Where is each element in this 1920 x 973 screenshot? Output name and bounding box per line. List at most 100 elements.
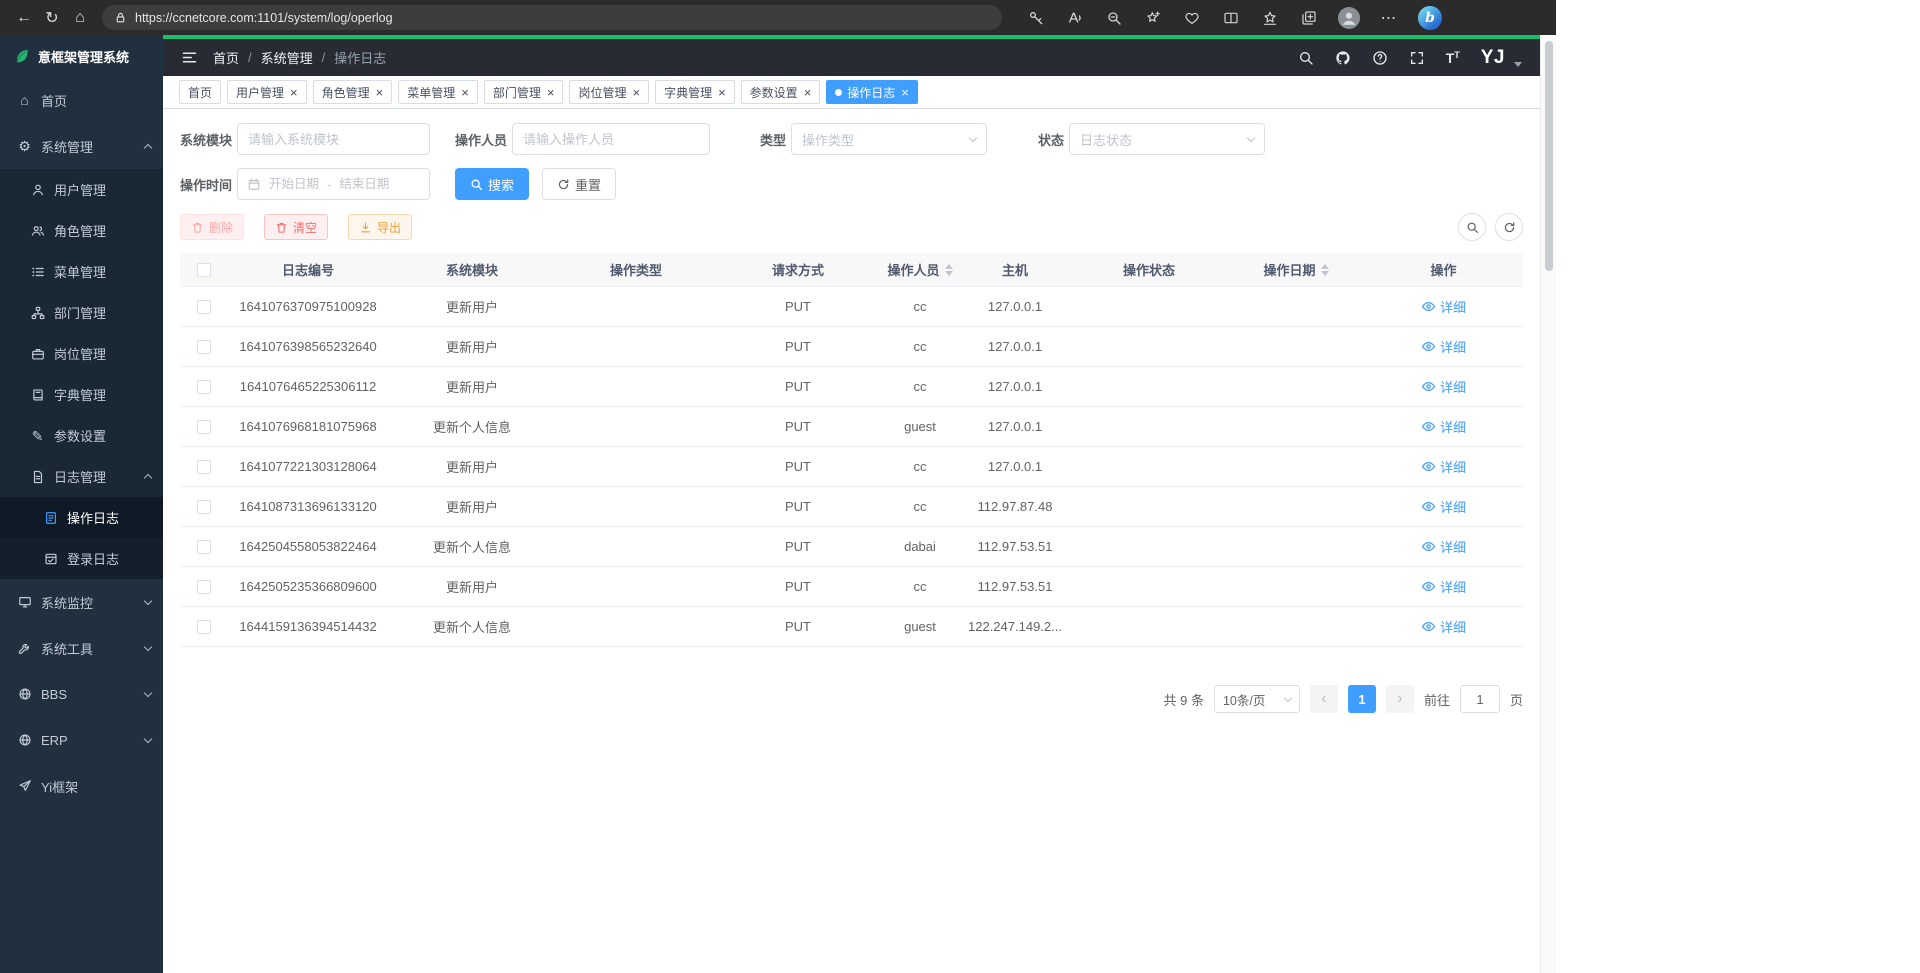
sidebar-item-erp[interactable]: ERP — [0, 717, 163, 763]
search-button[interactable]: 搜索 — [455, 168, 529, 200]
tab-role-management[interactable]: 角色管理× — [313, 80, 393, 104]
tab-close-icon[interactable]: × — [290, 86, 298, 99]
font-size-icon[interactable]: TT — [1446, 51, 1460, 65]
app-logo[interactable]: 意框架管理系统 — [0, 35, 163, 77]
tab-close-icon[interactable]: × — [718, 86, 726, 99]
sidebar-item-dict-management[interactable]: 字典管理 — [0, 374, 163, 415]
detail-link[interactable]: 详细 — [1421, 617, 1466, 636]
column-header-operator[interactable]: 操作人员 — [880, 253, 960, 286]
chevron-down-icon[interactable] — [1514, 62, 1522, 67]
sidebar-item-home[interactable]: ⌂首页 — [0, 77, 163, 123]
tab-user-management[interactable]: 用户管理× — [227, 80, 307, 104]
browser-refresh-icon[interactable]: ↻ — [38, 5, 66, 31]
row-checkbox[interactable] — [197, 580, 211, 594]
tab-close-icon[interactable]: × — [901, 86, 909, 99]
row-checkbox[interactable] — [197, 500, 211, 514]
detail-link[interactable]: 详细 — [1421, 297, 1466, 316]
status-select[interactable]: 日志状态 — [1069, 123, 1265, 155]
tab-dict-management[interactable]: 字典管理× — [655, 80, 735, 104]
row-checkbox[interactable] — [197, 300, 211, 314]
reset-button[interactable]: 重置 — [542, 168, 616, 200]
sidebar-item-system-management[interactable]: ⚙系统管理 — [0, 123, 163, 169]
tab-close-icon[interactable]: × — [632, 86, 640, 99]
breadcrumb-item[interactable]: 系统管理 — [261, 48, 313, 67]
sidebar-item-log-management[interactable]: 日志管理 — [0, 456, 163, 497]
sidebar-item-role-management[interactable]: 角色管理 — [0, 210, 163, 251]
tab-close-icon[interactable]: × — [804, 86, 812, 99]
window-scrollbar[interactable] — [1540, 35, 1556, 973]
tab-operation-log[interactable]: 操作日志× — [826, 80, 918, 104]
detail-link[interactable]: 详细 — [1421, 377, 1466, 396]
page-size-select[interactable]: 10条/页 — [1214, 685, 1300, 713]
breadcrumb-item[interactable]: 首页 — [213, 48, 239, 67]
scrollbar-thumb[interactable] — [1545, 41, 1553, 271]
tab-menu-management[interactable]: 菜单管理× — [398, 80, 478, 104]
sidebar-item-yi-framework[interactable]: Yi框架 — [0, 763, 163, 809]
show-search-toggle-icon[interactable] — [1458, 213, 1486, 241]
sidebar-item-user-management[interactable]: 用户管理 — [0, 169, 163, 210]
sidebar-item-operation-log[interactable]: 操作日志 — [0, 497, 163, 538]
delete-button[interactable]: 删除 — [180, 214, 244, 240]
row-checkbox[interactable] — [197, 460, 211, 474]
column-header-op-date[interactable]: 操作日期 — [1228, 253, 1364, 286]
next-page-button[interactable]: › — [1386, 685, 1414, 713]
password-key-icon[interactable] — [1026, 8, 1046, 28]
row-checkbox[interactable] — [197, 540, 211, 554]
sidebar-item-login-log[interactable]: 登录日志 — [0, 538, 163, 579]
more-options-icon[interactable]: ⋯ — [1379, 8, 1399, 28]
export-button[interactable]: 导出 — [348, 214, 412, 240]
address-bar[interactable]: https://ccnetcore.com:1101/system/log/op… — [102, 5, 1002, 30]
sidebar-item-post-management[interactable]: 岗位管理 — [0, 333, 163, 374]
browser-back-icon[interactable]: ← — [10, 5, 38, 31]
refresh-table-icon[interactable] — [1495, 213, 1523, 241]
help-icon[interactable] — [1372, 50, 1388, 66]
type-select[interactable]: 操作类型 — [791, 123, 987, 155]
tab-home[interactable]: 首页 — [179, 80, 221, 104]
sidebar-item-system-monitor[interactable]: 系统监控 — [0, 579, 163, 625]
hamburger-menu-icon[interactable] — [181, 49, 198, 66]
tab-close-icon[interactable]: × — [376, 86, 384, 99]
detail-link[interactable]: 详细 — [1421, 577, 1466, 596]
row-checkbox[interactable] — [197, 340, 211, 354]
fullscreen-icon[interactable] — [1409, 50, 1425, 66]
sidebar-item-dept-management[interactable]: 部门管理 — [0, 292, 163, 333]
sidebar-item-bbs[interactable]: BBS — [0, 671, 163, 717]
prev-page-button[interactable]: ‹ — [1310, 685, 1338, 713]
tab-post-management[interactable]: 岗位管理× — [569, 80, 649, 104]
favorites-bar-icon[interactable] — [1260, 8, 1280, 28]
row-checkbox[interactable] — [197, 420, 211, 434]
tab-close-icon[interactable]: × — [461, 86, 469, 99]
operator-input[interactable] — [512, 123, 710, 155]
tab-dept-management[interactable]: 部门管理× — [484, 80, 564, 104]
zoom-out-icon[interactable] — [1104, 8, 1124, 28]
sort-caret-icon[interactable] — [1321, 264, 1329, 276]
tab-close-icon[interactable]: × — [547, 86, 555, 99]
bing-copilot-icon[interactable]: b — [1418, 6, 1442, 30]
start-date-input[interactable] — [265, 177, 323, 191]
tab-param-settings[interactable]: 参数设置× — [741, 80, 821, 104]
detail-link[interactable]: 详细 — [1421, 457, 1466, 476]
sidebar-item-system-tools[interactable]: 系统工具 — [0, 625, 163, 671]
collections-icon[interactable] — [1299, 8, 1319, 28]
sidebar-item-menu-management[interactable]: 菜单管理 — [0, 251, 163, 292]
row-checkbox[interactable] — [197, 620, 211, 634]
date-range-picker[interactable]: - — [237, 168, 430, 200]
sidebar-item-param-settings[interactable]: ✎参数设置 — [0, 415, 163, 456]
current-page-button[interactable]: 1 — [1348, 685, 1376, 713]
split-screen-icon[interactable] — [1221, 8, 1241, 28]
goto-page-input[interactable] — [1460, 685, 1500, 713]
select-all-checkbox[interactable] — [197, 263, 211, 277]
row-checkbox[interactable] — [197, 380, 211, 394]
end-date-input[interactable] — [335, 177, 393, 191]
detail-link[interactable]: 详细 — [1421, 497, 1466, 516]
detail-link[interactable]: 详细 — [1421, 537, 1466, 556]
read-aloud-icon[interactable] — [1065, 8, 1085, 28]
detail-link[interactable]: 详细 — [1421, 337, 1466, 356]
browser-home-icon[interactable]: ⌂ — [66, 5, 94, 31]
favorite-add-icon[interactable] — [1143, 8, 1163, 28]
browser-essentials-icon[interactable] — [1182, 8, 1202, 28]
github-icon[interactable] — [1335, 50, 1351, 66]
clear-button[interactable]: 清空 — [264, 214, 328, 240]
profile-avatar[interactable] — [1338, 7, 1360, 29]
user-logo[interactable]: YJ — [1481, 47, 1505, 69]
